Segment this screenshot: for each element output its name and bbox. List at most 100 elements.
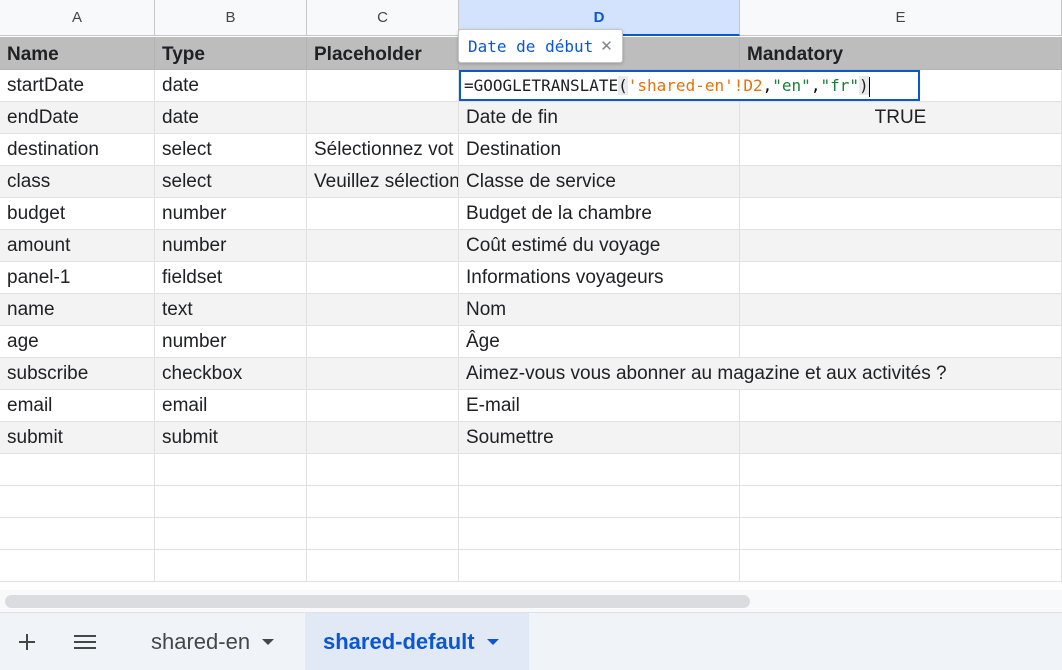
empty-cell[interactable] xyxy=(0,486,155,518)
cell-d4[interactable]: Destination xyxy=(459,134,740,166)
empty-cell[interactable] xyxy=(0,550,155,582)
cell-d5[interactable]: Classe de service xyxy=(459,166,740,198)
empty-cell[interactable] xyxy=(307,454,459,486)
cell-c11[interactable] xyxy=(307,358,459,390)
cell-b5[interactable]: select xyxy=(155,166,307,198)
empty-cell[interactable] xyxy=(155,454,307,486)
cell-b4[interactable]: select xyxy=(155,134,307,166)
cell-b11[interactable]: checkbox xyxy=(155,358,307,390)
empty-cell[interactable] xyxy=(459,486,740,518)
formula-close-paren: ) xyxy=(858,76,869,95)
all-sheets-button[interactable] xyxy=(64,613,106,670)
empty-cell[interactable] xyxy=(155,486,307,518)
column-header-b[interactable]: B xyxy=(155,0,307,36)
cell-c4[interactable]: Sélectionnez vot xyxy=(307,134,459,166)
cell-e9[interactable] xyxy=(740,294,1062,326)
cell-b10[interactable]: number xyxy=(155,326,307,358)
spreadsheet-grid[interactable]: A B C D E Name Type Placeholder Mandator… xyxy=(0,0,1062,590)
table-row: amount number Coût estimé du voyage xyxy=(0,230,1062,262)
chevron-down-icon[interactable] xyxy=(486,638,499,645)
cell-c8[interactable] xyxy=(307,262,459,294)
sheet-tab-shared-en[interactable]: shared-en xyxy=(133,613,305,670)
cell-c1[interactable]: Placeholder xyxy=(307,37,459,70)
cell-a10[interactable]: age xyxy=(0,326,155,358)
cell-d9[interactable]: Nom xyxy=(459,294,740,326)
cell-a4[interactable]: destination xyxy=(0,134,155,166)
cell-a5[interactable]: class xyxy=(0,166,155,198)
empty-cell[interactable] xyxy=(307,486,459,518)
cell-c2[interactable] xyxy=(307,70,459,102)
empty-cell[interactable] xyxy=(459,454,740,486)
empty-cell[interactable] xyxy=(0,454,155,486)
cell-a7[interactable]: amount xyxy=(0,230,155,262)
cell-d8[interactable]: Informations voyageurs xyxy=(459,262,740,294)
cell-b13[interactable]: submit xyxy=(155,422,307,454)
cell-d10[interactable]: Âge xyxy=(459,326,740,358)
cell-c7[interactable] xyxy=(307,230,459,262)
empty-cell[interactable] xyxy=(740,518,1062,550)
cell-d12[interactable]: E-mail xyxy=(459,390,740,422)
cell-a11[interactable]: subscribe xyxy=(0,358,155,390)
cell-d6[interactable]: Budget de la chambre xyxy=(459,198,740,230)
add-sheet-button[interactable] xyxy=(8,613,46,670)
cell-e5[interactable] xyxy=(740,166,1062,198)
cell-a3[interactable]: endDate xyxy=(0,102,155,134)
empty-cell[interactable] xyxy=(740,550,1062,582)
cell-c12[interactable] xyxy=(307,390,459,422)
empty-cell[interactable] xyxy=(740,486,1062,518)
empty-cell[interactable] xyxy=(307,550,459,582)
sheet-tab-shared-default[interactable]: shared-default xyxy=(305,613,529,670)
cell-e3[interactable]: TRUE xyxy=(740,102,1062,134)
empty-cell[interactable] xyxy=(155,518,307,550)
cell-c13[interactable] xyxy=(307,422,459,454)
cell-e8[interactable] xyxy=(740,262,1062,294)
empty-cell[interactable] xyxy=(459,550,740,582)
cell-d11[interactable]: Aimez-vous vous abonner au magazine et a… xyxy=(459,358,947,390)
cell-b9[interactable]: text xyxy=(155,294,307,326)
column-header-c[interactable]: C xyxy=(307,0,459,36)
cell-c6[interactable] xyxy=(307,198,459,230)
table-row: email email E-mail xyxy=(0,390,1062,422)
cell-formula-editor[interactable]: =GOOGLETRANSLATE('shared-en'!D2,"en","fr… xyxy=(459,70,920,101)
close-icon[interactable]: ✕ xyxy=(600,37,613,55)
cell-c9[interactable] xyxy=(307,294,459,326)
empty-cell[interactable] xyxy=(740,454,1062,486)
cell-a1[interactable]: Name xyxy=(0,37,155,70)
cell-e12[interactable] xyxy=(740,390,1062,422)
cell-e4[interactable] xyxy=(740,134,1062,166)
cell-a2[interactable]: startDate xyxy=(0,70,155,102)
cell-a12[interactable]: email xyxy=(0,390,155,422)
cell-b8[interactable]: fieldset xyxy=(155,262,307,294)
formula-target-lang: "fr" xyxy=(820,76,859,95)
cell-d3[interactable]: Date de fin xyxy=(459,102,740,134)
cell-e13[interactable] xyxy=(740,422,1062,454)
cell-a9[interactable]: name xyxy=(0,294,155,326)
cell-c3[interactable] xyxy=(307,102,459,134)
cell-a13[interactable]: submit xyxy=(0,422,155,454)
cell-b3[interactable]: date xyxy=(155,102,307,134)
empty-cell[interactable] xyxy=(307,518,459,550)
cell-d13[interactable]: Soumettre xyxy=(459,422,740,454)
empty-cell[interactable] xyxy=(459,518,740,550)
cell-b1[interactable]: Type xyxy=(155,37,307,70)
column-header-a[interactable]: A xyxy=(0,0,155,36)
cell-b7[interactable]: number xyxy=(155,230,307,262)
cell-a8[interactable]: panel-1 xyxy=(0,262,155,294)
cell-e1[interactable]: Mandatory xyxy=(740,37,1062,70)
cell-b6[interactable]: number xyxy=(155,198,307,230)
cell-c5[interactable]: Veuillez sélection xyxy=(307,166,459,198)
empty-cell[interactable] xyxy=(0,518,155,550)
cell-b12[interactable]: email xyxy=(155,390,307,422)
cell-b2[interactable]: date xyxy=(155,70,307,102)
column-header-e[interactable]: E xyxy=(740,0,1062,36)
empty-cell[interactable] xyxy=(155,550,307,582)
cell-c10[interactable] xyxy=(307,326,459,358)
empty-row xyxy=(0,518,1062,550)
cell-e10[interactable] xyxy=(740,326,1062,358)
cell-d7[interactable]: Coût estimé du voyage xyxy=(459,230,740,262)
cell-e7[interactable] xyxy=(740,230,1062,262)
chevron-down-icon[interactable] xyxy=(262,638,275,645)
cell-e6[interactable] xyxy=(740,198,1062,230)
cell-a6[interactable]: budget xyxy=(0,198,155,230)
horizontal-scrollbar-thumb[interactable] xyxy=(5,595,750,608)
